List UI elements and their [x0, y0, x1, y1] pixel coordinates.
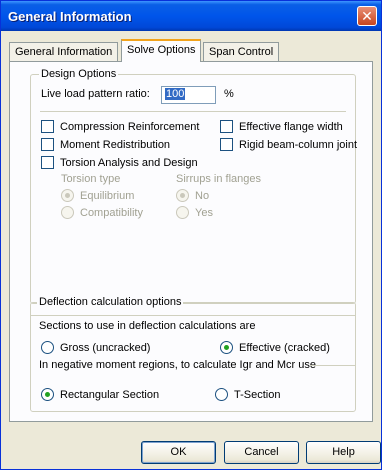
radio-label: Equilibrium — [80, 189, 135, 202]
design-options-legend: Design Options — [39, 68, 119, 80]
solve-options-page: Design Options Live load pattern ratio: … — [9, 61, 373, 422]
rigid-joint-checkbox[interactable]: Rigid beam-column joint — [220, 138, 357, 151]
radio-dot — [176, 206, 189, 219]
checkbox-box — [41, 120, 54, 133]
sections-label: Sections to use in deflection calculatio… — [39, 320, 256, 332]
radio-dot — [41, 388, 54, 401]
torsion-type-label: Torsion type — [61, 173, 121, 185]
ok-button[interactable]: OK — [141, 441, 216, 464]
gross-uncracked-radio[interactable]: Gross (uncracked) — [41, 341, 150, 354]
deflection-legend: Deflection calculation options — [37, 296, 184, 308]
radio-label: No — [195, 189, 210, 202]
radio-label: Compatibility — [80, 206, 143, 219]
radio-label: Effective (cracked) — [239, 341, 330, 354]
checkbox-box — [220, 138, 233, 151]
compression-reinforcement-checkbox[interactable]: Compression Reinforcement — [41, 120, 199, 133]
radio-label: Rectangular Section — [60, 388, 160, 401]
radio-label: T-Section — [234, 388, 281, 401]
tab-label: Solve Options — [127, 44, 196, 56]
help-button[interactable]: Help — [306, 441, 381, 464]
stirrups-label: Sirrups in flanges — [176, 173, 261, 185]
radio-label: Gross (uncracked) — [60, 341, 151, 354]
separator — [31, 315, 355, 316]
radio-dot — [61, 189, 74, 202]
stirrups-yes-radio[interactable]: Yes — [176, 206, 213, 219]
separator — [310, 365, 355, 366]
tab-span-control[interactable]: Span Control — [203, 42, 280, 62]
radio-dot — [61, 206, 74, 219]
live-load-label: Live load pattern ratio: — [41, 88, 150, 100]
checkbox-box — [41, 156, 54, 169]
t-section-radio[interactable]: T-Section — [215, 388, 280, 401]
window-title: General Information — [8, 9, 132, 24]
checkbox-label: Moment Redistribution — [60, 138, 171, 151]
cancel-button[interactable]: Cancel — [224, 441, 299, 464]
radio-dot — [176, 189, 189, 202]
rectangular-section-radio[interactable]: Rectangular Section — [41, 388, 159, 401]
equilibrium-radio[interactable]: Equilibrium — [61, 189, 134, 202]
tab-label: Span Control — [209, 46, 274, 58]
percent-unit: % — [224, 88, 234, 100]
moment-redistribution-checkbox[interactable]: Moment Redistribution — [41, 138, 170, 151]
compatibility-radio[interactable]: Compatibility — [61, 206, 143, 219]
title-bar[interactable]: General Information ✕ — [1, 1, 381, 31]
checkbox-label: Rigid beam-column joint — [239, 138, 357, 151]
stirrups-no-radio[interactable]: No — [176, 189, 209, 202]
radio-dot — [215, 388, 228, 401]
tab-solve-options[interactable]: Solve Options — [121, 39, 202, 62]
checkbox-label: Effective flange width — [239, 120, 343, 133]
checkbox-label: Torsion Analysis and Design — [60, 156, 198, 169]
separator — [40, 111, 346, 112]
radio-label: Yes — [195, 206, 213, 219]
tab-general-information[interactable]: General Information — [9, 42, 119, 62]
radio-dot — [41, 341, 54, 354]
effective-cracked-radio[interactable]: Effective (cracked) — [220, 341, 330, 354]
tab-label: General Information — [15, 46, 113, 58]
checkbox-label: Compression Reinforcement — [60, 120, 200, 133]
torsion-analysis-checkbox[interactable]: Torsion Analysis and Design — [41, 156, 198, 169]
live-load-input[interactable]: 100 — [161, 86, 216, 104]
effective-flange-width-checkbox[interactable]: Effective flange width — [220, 120, 343, 133]
close-icon[interactable]: ✕ — [357, 6, 377, 26]
live-load-value: 100 — [165, 88, 186, 100]
checkbox-box — [220, 120, 233, 133]
checkbox-box — [41, 138, 54, 151]
general-information-dialog: General Information ✕ General Informatio… — [0, 0, 382, 470]
radio-dot — [220, 341, 233, 354]
negative-moment-label: In negative moment regions, to calculate… — [39, 359, 316, 371]
